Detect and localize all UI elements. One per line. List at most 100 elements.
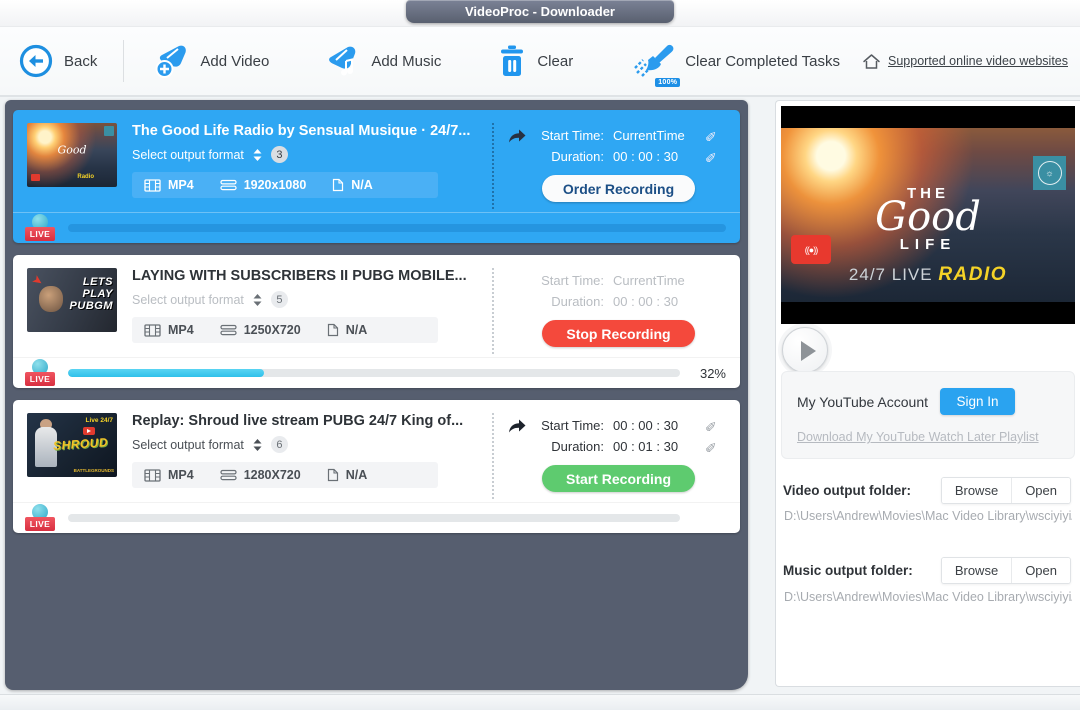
preview-text: 24/7 LIVE RADIO	[849, 264, 1007, 286]
select-format-label[interactable]: Select output format	[132, 293, 244, 307]
video-open-button[interactable]: Open	[1012, 478, 1070, 503]
filesize-value: N/A	[351, 178, 373, 192]
progress-bar	[68, 514, 680, 522]
status-bar	[0, 694, 1080, 710]
video-browse-button[interactable]: Browse	[942, 478, 1012, 503]
filesize-value: N/A	[346, 323, 368, 337]
preview-text: LIFE	[900, 236, 957, 253]
clear-completed-label: Clear Completed Tasks	[685, 53, 840, 70]
back-arrow-icon	[18, 43, 54, 79]
thumb-text: SHROUD	[53, 435, 109, 453]
format-value: MP4	[168, 468, 194, 482]
edit-start-time-icon[interactable]: ✎	[705, 419, 717, 433]
add-music-icon	[323, 43, 361, 79]
task-card-goodlife[interactable]: Good Radio The Good Life Radio by Sensua…	[13, 110, 740, 243]
channel-logo: ☼	[1033, 156, 1066, 190]
edit-duration-icon[interactable]: ✎	[705, 150, 717, 164]
sort-arrows-icon[interactable]	[253, 294, 262, 306]
codec-icon	[144, 469, 161, 482]
progress-percent-label: 32%	[680, 366, 726, 381]
clear-completed-tasks-button[interactable]: 100% Clear Completed Tasks	[631, 42, 840, 80]
preview-panel: THE Good LIFE 24/7 LIVE RADIO ((●)) ☼ My…	[775, 100, 1080, 687]
order-recording-button[interactable]: Order Recording	[542, 175, 695, 202]
preview-text: Good	[875, 194, 981, 240]
back-label: Back	[64, 53, 97, 70]
workspace: Good Radio The Good Life Radio by Sensua…	[0, 97, 1080, 694]
progress-bar	[68, 224, 726, 232]
sort-arrows-icon[interactable]	[253, 439, 262, 451]
live-broadcast-icon: ((●))	[791, 235, 831, 264]
format-info-bar: MP4 1250X720 N/A	[132, 317, 438, 343]
start-time-value: CurrentTime	[613, 273, 705, 288]
codec-icon	[144, 324, 161, 337]
thumb-text: Good	[57, 143, 86, 156]
music-open-button[interactable]: Open	[1012, 558, 1070, 583]
thumb-text: Live 24/7	[86, 417, 113, 424]
task-title: The Good Life Radio by Sensual Musique ·…	[132, 123, 480, 139]
format-count-badge: 5	[271, 291, 288, 308]
start-time-label: Start Time:	[530, 418, 604, 433]
duration-label: Duration:	[530, 149, 604, 164]
edit-duration-icon[interactable]: ✎	[705, 440, 717, 454]
video-thumbnail: Live 24/7 SHROUD BATTLEGROUNDS	[27, 413, 117, 477]
play-button[interactable]	[782, 327, 828, 373]
toolbar-separator	[123, 40, 124, 82]
brush-icon	[631, 42, 675, 80]
add-video-button[interactable]: Add Video	[152, 43, 269, 79]
back-button[interactable]: Back	[18, 43, 97, 79]
sign-in-button[interactable]: Sign In	[940, 388, 1015, 415]
add-video-icon	[152, 43, 190, 79]
task-title: LAYING WITH SUBSCRIBERS II PUBG MOBILE..…	[132, 268, 480, 284]
resolution-value: 1920x1080	[244, 178, 307, 192]
select-format-label[interactable]: Select output format	[132, 438, 244, 452]
add-video-label: Add Video	[200, 53, 269, 70]
resolution-icon	[220, 179, 237, 191]
start-time-value: CurrentTime	[613, 128, 705, 143]
task-card-shroud[interactable]: Live 24/7 SHROUD BATTLEGROUNDS Replay: S…	[13, 400, 740, 533]
clear-button[interactable]: Clear	[497, 43, 573, 79]
supported-websites-group: Supported online video websites	[862, 53, 1068, 70]
start-time-value: 00 : 00 : 30	[613, 418, 705, 433]
add-music-label: Add Music	[371, 53, 441, 70]
clear-label: Clear	[537, 53, 573, 70]
supported-websites-link[interactable]: Supported online video websites	[888, 54, 1068, 68]
file-icon	[327, 323, 339, 337]
codec-icon	[144, 179, 161, 192]
format-value: MP4	[168, 178, 194, 192]
start-recording-button[interactable]: Start Recording	[542, 465, 695, 492]
thumb-text: LETSPLAYPUBGM	[70, 276, 113, 312]
stop-recording-button[interactable]: Stop Recording	[542, 320, 695, 347]
thumb-live-mark	[31, 174, 40, 181]
title-bar: VideoProc - Downloader	[0, 0, 1080, 26]
music-output-path: D:\Users\Andrew\Movies\Mac Video Library…	[784, 590, 1072, 604]
music-browse-button[interactable]: Browse	[942, 558, 1012, 583]
brush-100-badge: 100%	[655, 78, 680, 87]
format-info-bar: MP4 1920x1080 N/A	[132, 172, 438, 198]
add-music-button[interactable]: Add Music	[323, 43, 441, 79]
thumb-text: Radio	[77, 174, 94, 180]
music-output-folder-label: Music output folder:	[783, 563, 913, 578]
duration-value: 00 : 00 : 30	[613, 149, 705, 164]
duration-label: Duration:	[530, 439, 604, 454]
preview-photo: THE Good LIFE 24/7 LIVE RADIO ((●)) ☼	[781, 128, 1075, 302]
resolution-value: 1280X720	[244, 468, 301, 482]
file-icon	[327, 468, 339, 482]
task-card-pubg-mobile[interactable]: ➤ LETSPLAYPUBGM LAYING WITH SUBSCRIBERS …	[13, 255, 740, 388]
video-preview[interactable]: THE Good LIFE 24/7 LIVE RADIO ((●)) ☼	[781, 106, 1075, 324]
live-badge: LIVE	[25, 361, 55, 386]
file-icon	[332, 178, 344, 192]
resolution-icon	[220, 469, 237, 481]
edit-start-time-icon[interactable]: ✎	[705, 129, 717, 143]
format-value: MP4	[168, 323, 194, 337]
sort-arrows-icon[interactable]	[253, 149, 262, 161]
filesize-value: N/A	[346, 468, 368, 482]
watch-later-link[interactable]: Download My YouTube Watch Later Playlist	[797, 430, 1039, 444]
start-time-label: Start Time:	[530, 273, 604, 288]
thumb-face	[39, 286, 63, 312]
youtube-account-box: My YouTube Account Sign In Download My Y…	[781, 371, 1075, 459]
resolution-value: 1250X720	[244, 323, 301, 337]
youtube-account-label: My YouTube Account	[797, 394, 928, 410]
live-badge: LIVE	[25, 216, 55, 241]
select-format-label[interactable]: Select output format	[132, 148, 244, 162]
thumb-text: BATTLEGROUNDS	[74, 468, 114, 473]
